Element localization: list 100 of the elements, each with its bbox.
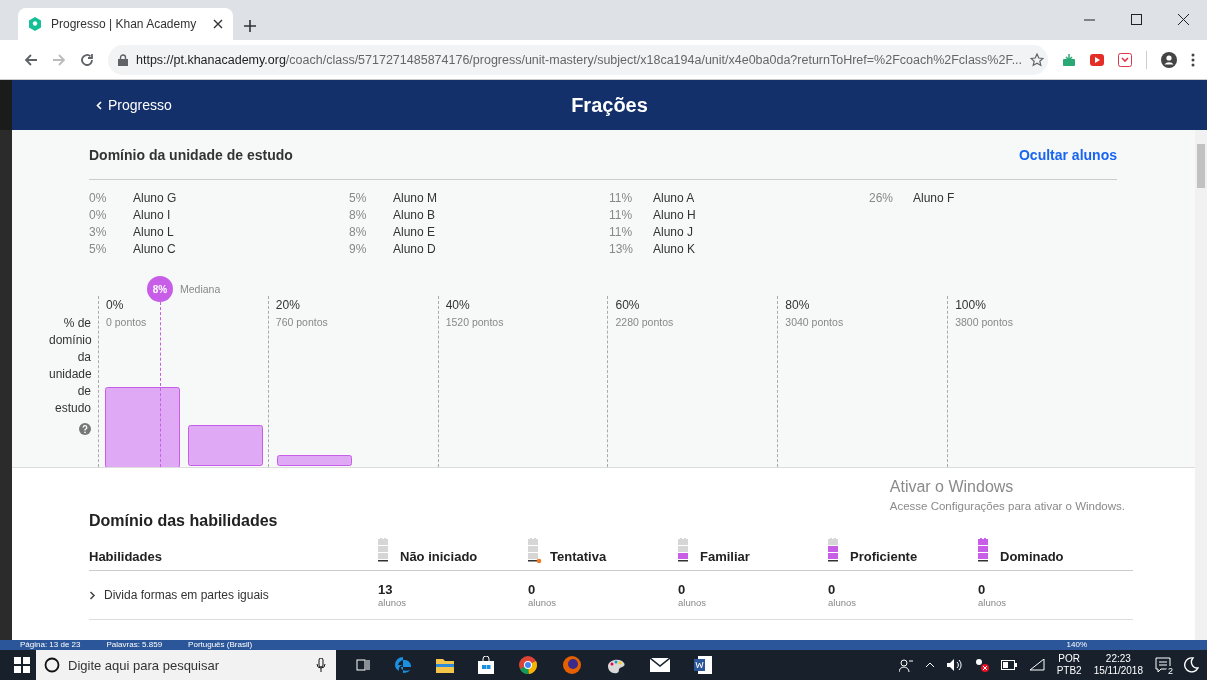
column-header: Habilidades	[89, 549, 163, 564]
student-name: Aluno B	[393, 207, 436, 224]
student-name: Aluno M	[393, 190, 438, 207]
menu-icon[interactable]	[1191, 52, 1195, 67]
median-label: Mediana	[180, 283, 221, 295]
chevron-left-icon[interactable]	[96, 100, 102, 110]
student-percent: 5%	[89, 241, 108, 258]
caret-up-icon[interactable]	[924, 662, 935, 668]
count-unit: alunos	[528, 597, 557, 608]
reload-icon[interactable]	[80, 52, 94, 67]
search-circle-icon[interactable]	[44, 657, 60, 673]
student-percent: 11%	[609, 224, 634, 241]
play-button-icon[interactable]	[1090, 53, 1104, 66]
skill-row[interactable]: Divida formas em partes iguais	[89, 588, 378, 602]
page-title: Frações	[571, 93, 648, 117]
count-unit: alunos	[678, 597, 707, 608]
chrome-browser-icon[interactable]	[518, 655, 538, 675]
tray-download-icon[interactable]	[1062, 52, 1076, 67]
browser-tab[interactable]: Progresso | Khan Academy	[18, 8, 233, 40]
edge-browser-icon[interactable]	[394, 656, 412, 674]
student-name: Aluno C	[133, 241, 176, 258]
language-indicator[interactable]: POR	[1058, 653, 1080, 665]
tick-percent: 0%	[106, 298, 124, 312]
column-header: Tentativa	[550, 549, 607, 564]
shopping-bag-icon[interactable]	[478, 656, 494, 674]
student-percent: 26%	[869, 190, 895, 207]
student-percent: 8%	[349, 207, 368, 224]
firefox-browser-icon[interactable]	[562, 655, 582, 675]
axis-label: % de domínio da unidade de estudo	[49, 315, 91, 417]
task-view-icon[interactable]	[356, 658, 370, 672]
windows-start-icon[interactable]	[14, 657, 30, 673]
section-title: Domínio das habilidades	[89, 512, 279, 530]
status-bar-text: 140%	[1066, 640, 1087, 650]
median-badge: 8%	[147, 276, 173, 302]
account-icon[interactable]	[1161, 51, 1177, 68]
column-header: Não iniciado	[400, 549, 478, 564]
plus-icon[interactable]	[243, 19, 257, 33]
wifi-icon[interactable]	[1028, 659, 1045, 671]
student-percent: 11%	[609, 190, 634, 207]
status-bar-text: Palavras: 5.859	[106, 640, 163, 650]
help-icon[interactable]	[79, 423, 91, 435]
clock-time[interactable]: 22:23	[1105, 653, 1131, 665]
keyboard-layout[interactable]: PTB2	[1056, 665, 1082, 677]
section-title: Domínio da unidade de estudo	[89, 146, 293, 163]
star-icon[interactable]	[1030, 52, 1045, 67]
student-percent: 3%	[89, 224, 108, 241]
tick-percent: 60%	[615, 298, 640, 312]
network-error-icon[interactable]	[974, 658, 989, 672]
activation-text: Acesse Configurações para ativar o Windows.	[889, 500, 1125, 512]
student-percent: 0%	[89, 190, 108, 207]
speaker-icon[interactable]	[946, 659, 963, 671]
battery-icon[interactable]	[1000, 660, 1017, 670]
scrollbar[interactable]	[1195, 130, 1207, 640]
clock-date[interactable]: 15/11/2018	[1093, 665, 1143, 677]
tick-percent: 80%	[785, 298, 810, 312]
column-header: Dominado	[1000, 549, 1064, 564]
address-bar[interactable]: https://pt.khanacademy.org/coach/class/5717271485874176/progress/unit-mastery/subject/x18ca194a/unit/x4e0ba0da?returnToHref=%2Fcoach%2Fclass%2F...	[108, 44, 1048, 75]
count-unit: alunos	[828, 597, 857, 608]
student-count: 0	[978, 582, 987, 597]
tick-percent: 40%	[445, 298, 470, 312]
search-field[interactable]: Digite aqui para pesquisar	[36, 650, 336, 680]
moon-icon[interactable]	[1183, 657, 1199, 673]
back-link[interactable]: Progresso	[96, 97, 172, 113]
close-icon[interactable]	[1178, 14, 1189, 25]
student-percent: 5%	[349, 190, 368, 207]
mastery-level-icon	[528, 538, 542, 564]
student-name: Aluno H	[653, 207, 696, 224]
column-header: Familiar	[700, 549, 750, 564]
scrollbar-thumb[interactable]	[1197, 144, 1205, 188]
tick-points: 3040 pontos	[785, 316, 844, 328]
tick-points: 760 pontos	[275, 316, 328, 328]
student-name: Aluno A	[653, 190, 695, 207]
student-name: Aluno I	[133, 207, 171, 224]
tick-percent: 20%	[275, 298, 300, 312]
chevron-icon[interactable]	[89, 590, 96, 600]
back-arrow-icon[interactable]	[24, 52, 38, 67]
student-count: 0	[678, 582, 687, 597]
hide-students-link[interactable]: Ocultar alunos	[1018, 146, 1117, 163]
maximize-icon[interactable]	[1131, 14, 1142, 25]
folder-icon[interactable]	[436, 657, 454, 673]
student-percent: 13%	[609, 241, 635, 258]
notification-count: 2	[1166, 666, 1175, 676]
student-name: Aluno D	[393, 241, 436, 258]
pocket-icon[interactable]	[1118, 52, 1132, 67]
count-unit: alunos	[378, 597, 407, 608]
student-name: Aluno J	[653, 224, 694, 241]
activation-title: Ativar o Windows	[889, 478, 1015, 496]
close-icon[interactable]	[213, 19, 223, 29]
tick-points: 1520 pontos	[445, 316, 504, 328]
tick-points: 3800 pontos	[955, 316, 1013, 328]
student-percent: 11%	[609, 207, 634, 224]
column-header: Proficiente	[850, 549, 918, 564]
word-document-icon[interactable]	[694, 656, 712, 674]
microphone-icon[interactable]	[316, 658, 326, 672]
student-percent: 9%	[349, 241, 368, 258]
skill-name: Divida formas em partes iguais	[104, 588, 269, 602]
people-icon[interactable]	[898, 658, 913, 672]
lock-icon[interactable]	[118, 53, 128, 66]
notification-icon[interactable]	[1155, 657, 1171, 673]
envelope-icon[interactable]	[650, 658, 670, 672]
